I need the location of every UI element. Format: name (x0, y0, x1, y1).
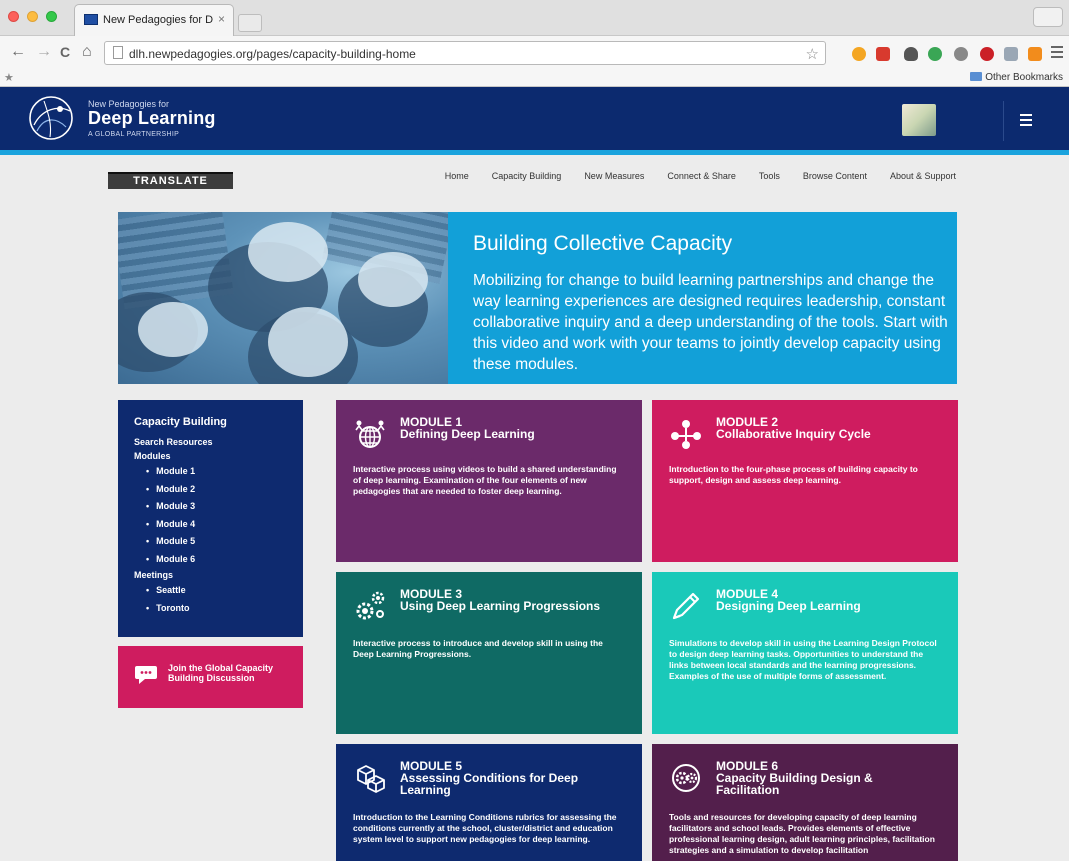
bookmarks-star-icon[interactable]: ★ (4, 71, 14, 84)
extension-translate-icon[interactable] (1004, 47, 1018, 61)
hero-title: Building Collective Capacity (473, 232, 733, 255)
home-icon[interactable]: ⌂ (82, 44, 92, 60)
folder-icon (970, 72, 983, 81)
blocks-icon (357, 765, 385, 793)
page-icon (113, 46, 123, 59)
module-description: Introduction to the Learning Conditions … (353, 812, 617, 844)
logo-title[interactable]: Deep Learning (88, 108, 216, 129)
sidebar-item-toronto[interactable]: Toronto (134, 600, 287, 618)
sidebar-item-meetings[interactable]: Meetings (134, 568, 287, 582)
extension-diamond-icon[interactable] (852, 47, 866, 61)
module-card-1[interactable]: MODULE 1 Defining Deep Learning Interact… (336, 400, 642, 562)
sidebar-item-module-4[interactable]: Module 4 (134, 516, 287, 534)
pinterest-icon[interactable] (980, 47, 994, 61)
module-description: Interactive process to introduce and dev… (353, 638, 603, 659)
nav-about-support[interactable]: About & Support (890, 171, 956, 181)
sidebar-item-search-resources[interactable]: Search Resources (134, 435, 287, 449)
sidebar-item-module-5[interactable]: Module 5 (134, 533, 287, 551)
header-divider (1003, 101, 1004, 141)
sidebar-item-seattle[interactable]: Seattle (134, 582, 287, 600)
discussion-button[interactable]: Join the Global Capacity Building Discus… (118, 646, 303, 708)
nav-home[interactable]: Home (445, 171, 469, 181)
globe-people-icon (355, 420, 385, 448)
sidebar-item-module-1[interactable]: Module 1 (134, 463, 287, 481)
other-bookmarks[interactable]: Other Bookmarks (970, 72, 1063, 83)
discussion-label: Join the Global Capacity Building Discus… (168, 663, 274, 683)
module-title: Assessing Conditions for Deep Learning (400, 771, 579, 797)
extension-evernote-icon[interactable] (904, 47, 918, 61)
browser-toolbar: ← → C ⌂ dlh.newpedagogies.org/pages/capa… (0, 36, 1069, 70)
sidebar-title[interactable]: Capacity Building (134, 416, 287, 428)
module-card-2[interactable]: MODULE 2 Collaborative Inquiry Cycle Int… (652, 400, 958, 562)
nav-new-measures[interactable]: New Measures (584, 171, 644, 181)
browser-titlebar: New Pedagogies for Deep × (0, 0, 1069, 36)
browser-tab[interactable]: New Pedagogies for Deep × (74, 4, 234, 36)
favicon-icon (84, 14, 98, 25)
browser-chrome: New Pedagogies for Deep × ← → C ⌂ dlh.ne… (0, 0, 1069, 87)
module-title: Capacity Building Design & Facilitation (716, 771, 873, 797)
new-tab-button[interactable] (238, 14, 262, 32)
module-title: Defining Deep Learning (400, 427, 535, 441)
module-description: Tools and resources for developing capac… (669, 812, 935, 855)
nav-tools[interactable]: Tools (759, 171, 780, 181)
window-fullscreen-button[interactable] (1033, 7, 1063, 27)
extension-red-icon[interactable] (876, 47, 890, 61)
bookmark-star-icon[interactable]: ☆ (806, 45, 819, 63)
minimize-window-button[interactable] (27, 11, 38, 22)
browser-menu-icon[interactable] (1051, 46, 1063, 58)
reload-icon[interactable]: C (60, 44, 70, 60)
nav-browse-content[interactable]: Browse Content (803, 171, 867, 181)
url-text: dlh.newpedagogies.org/pages/capacity-bui… (129, 47, 416, 61)
close-window-button[interactable] (8, 11, 19, 22)
top-navigation: Home Capacity Building New Measures Conn… (445, 171, 956, 181)
module-description: Simulations to develop skill in using th… (669, 638, 937, 681)
module-description: Interactive process using videos to buil… (353, 464, 617, 496)
hero-body: Mobilizing for change to build learning … (473, 272, 948, 373)
logo-subtitle: A GLOBAL PARTNERSHIP (88, 131, 180, 138)
bookmarks-bar: ★ Other Bookmarks (0, 70, 1069, 87)
sidebar: Capacity Building Search Resources Modul… (118, 400, 303, 637)
sidebar-item-module-6[interactable]: Module 6 (134, 551, 287, 569)
gear-cycle-icon (672, 764, 700, 792)
translate-button[interactable]: TRANSLATE (108, 172, 233, 189)
sidebar-item-module-3[interactable]: Module 3 (134, 498, 287, 516)
other-bookmarks-label: Other Bookmarks (985, 72, 1063, 83)
deep-learning-logo-icon[interactable] (28, 95, 74, 141)
user-avatar[interactable] (902, 104, 936, 136)
back-arrow-icon[interactable]: ← (10, 44, 26, 60)
sidebar-item-module-2[interactable]: Module 2 (134, 481, 287, 499)
chat-bubble-icon (135, 666, 157, 684)
module-card-6[interactable]: MODULE 6 Capacity Building Design & Faci… (652, 744, 958, 861)
extension-gear-icon[interactable] (954, 47, 968, 61)
nav-capacity-building[interactable]: Capacity Building (492, 171, 562, 181)
sidebar-item-modules[interactable]: Modules (134, 449, 287, 463)
module-title: Collaborative Inquiry Cycle (716, 427, 871, 441)
hero-photo-students[interactable] (118, 212, 448, 384)
module-card-5[interactable]: MODULE 5 Assessing Conditions for Deep L… (336, 744, 642, 861)
maximize-window-button[interactable] (46, 11, 57, 22)
forward-arrow-icon[interactable]: → (36, 44, 52, 60)
extension-green-icon[interactable] (928, 47, 942, 61)
address-bar[interactable]: dlh.newpedagogies.org/pages/capacity-bui… (104, 41, 826, 65)
gears-icon (356, 591, 385, 620)
pencil-icon (672, 592, 700, 620)
module-title: Using Deep Learning Progressions (400, 599, 601, 613)
nav-connect-share[interactable]: Connect & Share (667, 171, 736, 181)
tab-close-icon[interactable]: × (218, 12, 225, 26)
extension-chart-icon[interactable] (1028, 47, 1042, 61)
tab-title: New Pedagogies for Deep (103, 14, 213, 26)
network-icon (671, 420, 701, 449)
module-title: Designing Deep Learning (716, 599, 861, 613)
module-card-4[interactable]: MODULE 4 Designing Deep Learning Simulat… (652, 572, 958, 734)
module-description: Introduction to the four-phase process o… (669, 464, 918, 485)
hamburger-menu-icon[interactable] (1020, 114, 1032, 126)
module-card-3[interactable]: MODULE 3 Using Deep Learning Progression… (336, 572, 642, 734)
